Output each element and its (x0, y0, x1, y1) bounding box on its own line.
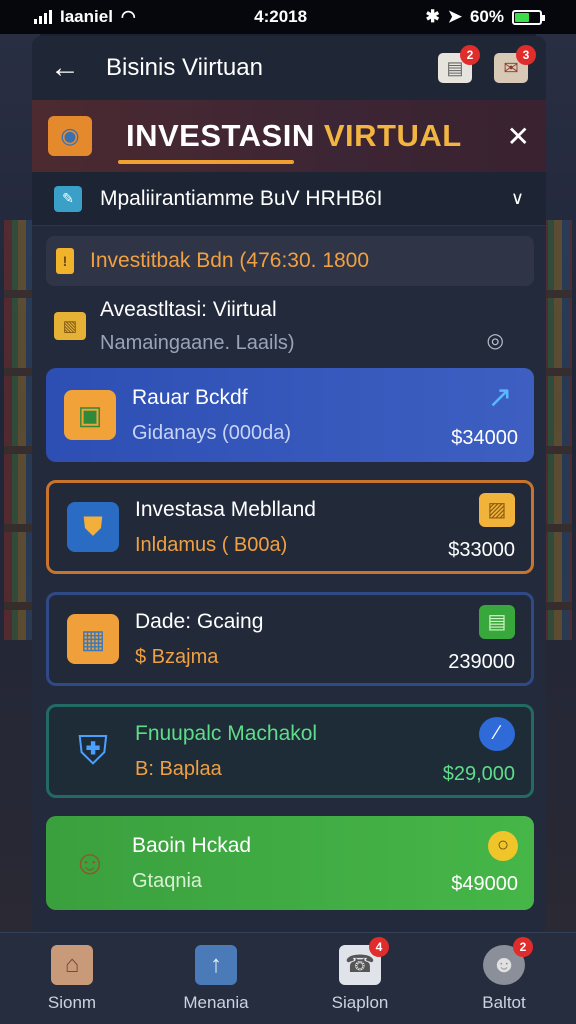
card-title: Fnuupalc Machakol (135, 721, 318, 745)
carrier-name: Iaaniel (60, 7, 113, 26)
eye-icon[interactable]: ◎ (487, 328, 504, 353)
investment-info-text: Investitbak Bdn (476:30. 1800 (90, 249, 370, 272)
summary-section: ▧ Aveastltasi: Viirtual Namaingaane. Laa… (32, 286, 546, 366)
nav-label: Baltot (482, 992, 526, 1012)
investment-list: ▣ Rauar Bckdf Gidanays (000da) ↗ $34000 … (32, 366, 546, 910)
card-title: Rauar Bckdf (132, 385, 248, 409)
selector-label: Mpaliirantiamme BuV HRHB6I (100, 186, 383, 210)
investment-card[interactable]: ▦ Dade: Gcaing $ Bzajma ▤ 239000 (46, 592, 534, 686)
summary-subtitle: Namaingaane. Laails) (100, 331, 295, 354)
banner-title: INVESTASIN VIRTUAL (126, 118, 462, 154)
map-icon: ✎ (54, 185, 82, 212)
chevron-down-icon: ∨ (510, 188, 524, 208)
money-stack-icon: ▣ (64, 390, 116, 440)
wallet-icon[interactable]: ▤ (479, 604, 515, 639)
investment-card[interactable]: ⛨ Fnuupalc Machakol B: Baplaa ∕ $29,000 (46, 704, 534, 798)
gold-box-icon[interactable]: ▨ (479, 492, 515, 527)
bottom-navigation: ⌂ Sionm ↑ Menania ☎ 4 Siaplon ☻ 2 Baltot (0, 932, 576, 1024)
card-amount: $33000 (448, 538, 515, 561)
investment-banner: ◉ INVESTASIN VIRTUAL ✕ (32, 100, 546, 172)
portfolio-selector[interactable]: ✎ Mpaliirantiamme BuV HRHB6I ∨ (32, 172, 546, 226)
battery-fill (514, 12, 530, 22)
card-subtitle: Gidanays (000da) (132, 421, 291, 444)
nav-badge: 2 (513, 936, 533, 957)
mail-button[interactable]: ✉ 3 (494, 45, 536, 83)
shield-icon: ⛨ (78, 728, 108, 773)
card-title: Dade: Gcaing (135, 609, 264, 633)
notifications-badge: 2 (460, 45, 480, 65)
card-amount: 239000 (448, 650, 515, 673)
nav-item-home[interactable]: ⌂ Sionm (17, 944, 127, 1013)
location-icon: ➤ (447, 7, 462, 26)
card-subtitle: B: Baplaa (135, 757, 222, 780)
wifi-icon: ◠ (120, 7, 136, 26)
summary-title: Aveastltasi: Viirtual (100, 297, 277, 321)
phone-icon: ☎ 4 (339, 936, 389, 985)
investment-card[interactable]: ☺ Baoin Hckad Gtaqnia ○ $49000 (46, 816, 534, 910)
card-title: Investasa Meblland (135, 497, 316, 521)
profile-icon: ☻ 2 (483, 936, 533, 985)
card-subtitle: Inldamus ( B00a) (135, 533, 288, 556)
notifications-button[interactable]: ▤ 2 (438, 45, 480, 83)
status-bar: Iaaniel ◠ 4:2018 ✱ ➤ 60% (0, 0, 576, 34)
gold-bar-icon: ! (56, 248, 74, 274)
main-panel: ← Bisinis Viirtuan ▤ 2 ✉ 3 ◉ INVESTASIN … (32, 36, 546, 934)
mail-badge: 3 (516, 45, 536, 65)
edit-circle-icon[interactable]: ∕ (479, 716, 515, 751)
trending-up-icon[interactable]: ↗ (482, 381, 518, 415)
bluetooth-icon: ✱ (425, 7, 440, 26)
card-title: Baoin Hckad (132, 833, 252, 857)
safe-box-icon: ◉ (48, 116, 92, 156)
nav-label: Sionm (47, 992, 97, 1012)
nav-item-profile[interactable]: ☻ 2 Baltot (449, 936, 559, 1013)
card-subtitle: $ Bzajma (135, 645, 219, 668)
card-amount: $49000 (451, 872, 518, 895)
back-button[interactable]: ← (50, 51, 90, 85)
nav-label: Menania (183, 992, 249, 1012)
nav-label: Siaplon (331, 992, 389, 1012)
banner-underline (118, 160, 294, 164)
investment-card[interactable]: ▣ Rauar Bckdf Gidanays (000da) ↗ $34000 (46, 368, 534, 462)
app-header: ← Bisinis Viirtuan ▤ 2 ✉ 3 (32, 36, 546, 100)
home-icon: ⌂ (51, 944, 93, 985)
signal-icon (34, 10, 52, 24)
close-icon[interactable]: ✕ (507, 120, 530, 153)
card-amount: $29,000 (442, 762, 515, 785)
clock: 4:2018 (254, 7, 308, 26)
battery-percent: 60% (469, 7, 504, 26)
nav-item-markets[interactable]: ↑ Menania (161, 944, 271, 1013)
coin-icon[interactable]: ○ (488, 830, 518, 861)
investment-card[interactable]: ⛊ Investasa Meblland Inldamus ( B00a) ▨ … (46, 480, 534, 574)
page-title: Bisinis Viirtuan (106, 54, 263, 81)
card-amount: $34000 (451, 426, 518, 449)
investment-info-bar: ! Investitbak Bdn (476:30. 1800 (46, 236, 534, 286)
banner-title-main: INVESTASIN (126, 118, 324, 153)
chart-icon: ↑ (195, 944, 237, 985)
battery-icon (511, 9, 545, 25)
shield-chart-icon: ⛊ (67, 502, 119, 552)
calculator-icon: ▦ (67, 614, 119, 664)
nav-badge: 4 (369, 936, 389, 957)
mail-icon: ✉ (503, 57, 519, 78)
farmer-character-icon: ☺ (72, 843, 108, 882)
gold-bars-icon: ▧ (54, 312, 86, 340)
banner-title-accent: VIRTUAL (323, 118, 462, 153)
nav-item-phone[interactable]: ☎ 4 Siaplon (305, 936, 415, 1013)
card-subtitle: Gtaqnia (132, 869, 203, 892)
